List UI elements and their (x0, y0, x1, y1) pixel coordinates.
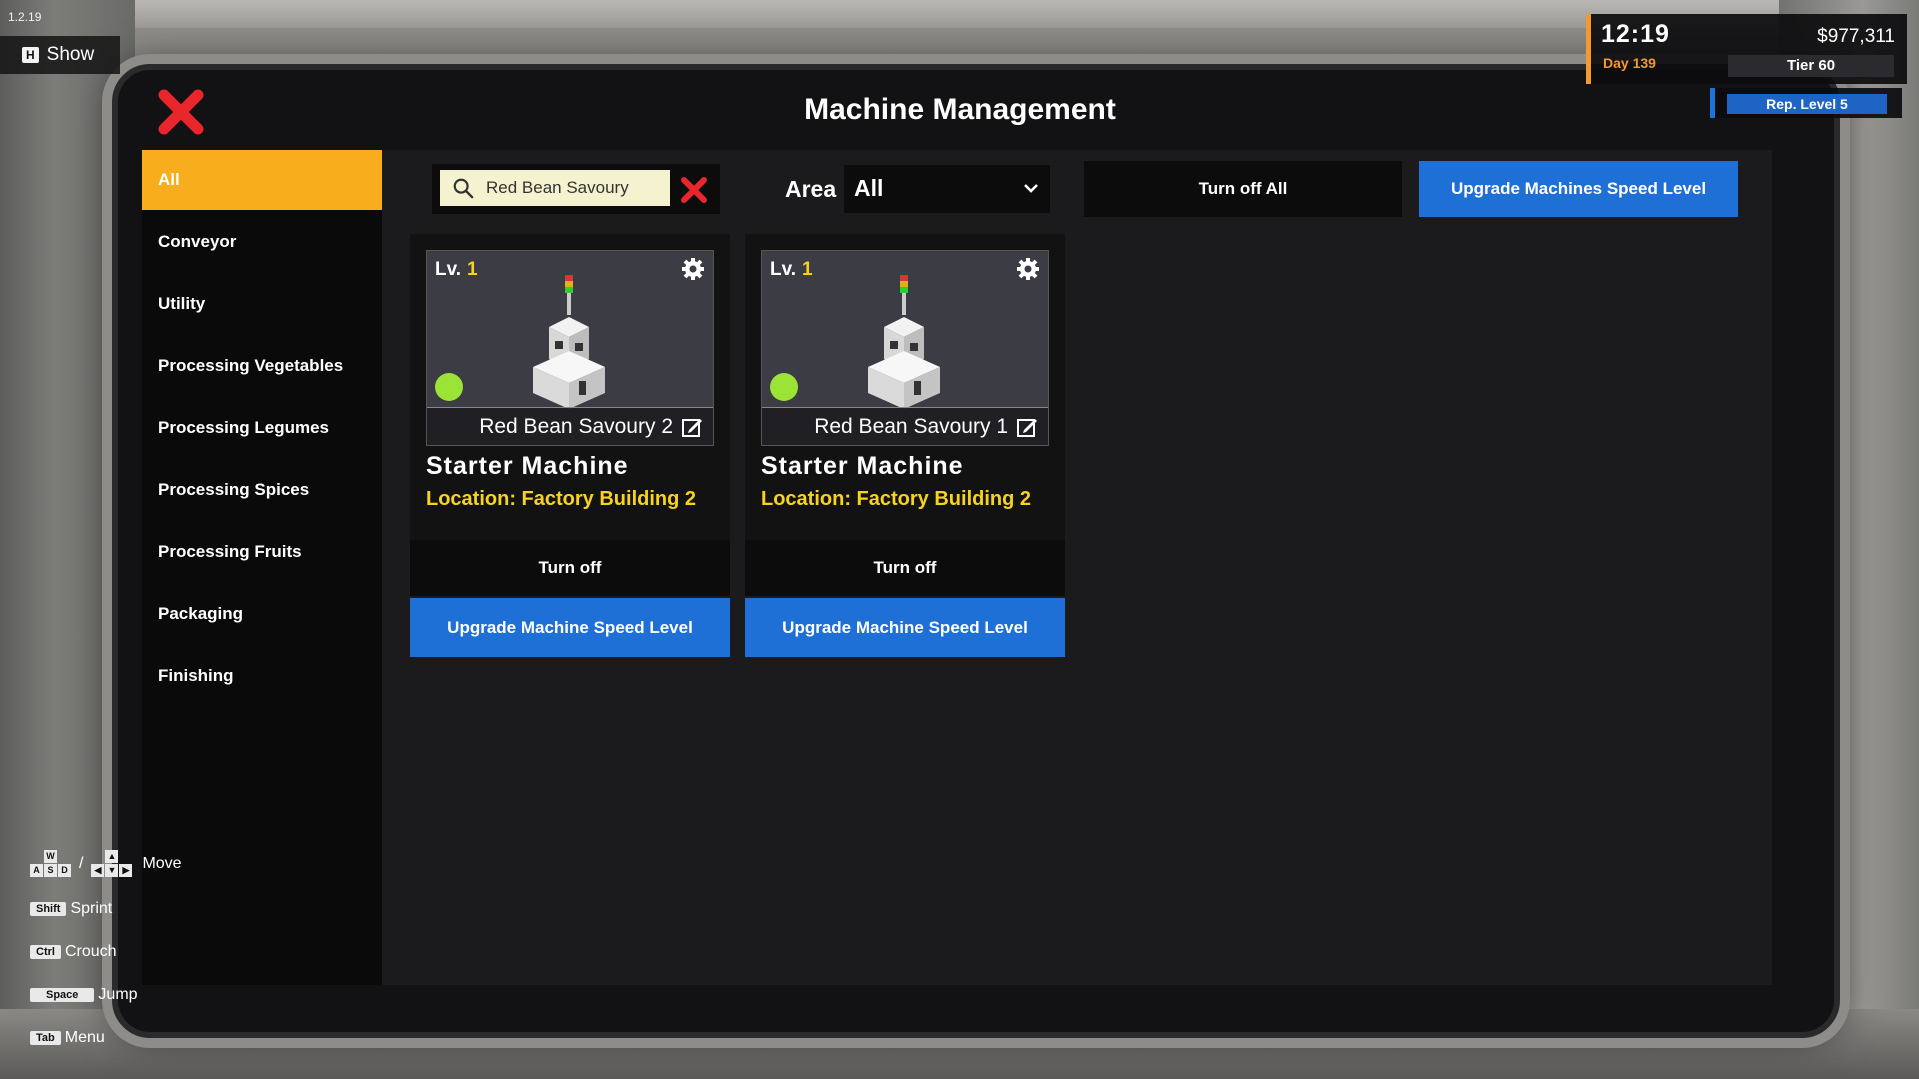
machine-thumbnail: Lv. 1 Red Bean Savoury 2 (426, 250, 714, 446)
area-label: Area (785, 176, 837, 202)
control-hint-crouch: Ctrl Crouch (30, 943, 117, 961)
machine-model-image (868, 275, 940, 409)
upgrade-speed-button[interactable]: Upgrade Machine Speed Level (410, 598, 730, 657)
gear-icon[interactable] (1016, 257, 1040, 281)
search-input[interactable]: Red Bean Savoury (440, 170, 670, 206)
status-indicator (435, 373, 463, 401)
status-indicator (770, 373, 798, 401)
clock: 12:19 (1601, 20, 1670, 48)
upgrade-all-speed-button[interactable]: Upgrade Machines Speed Level (1419, 161, 1738, 217)
control-hint-move: W ASD / ▲ ◀ ▼ ▶ Move (30, 850, 182, 877)
machine-name-bar: Red Bean Savoury 2 (427, 407, 713, 445)
category-processing-legumes[interactable]: Processing Legumes (142, 398, 382, 458)
machine-thumbnail: Lv. 1 Red Bean Savoury 1 (761, 250, 1049, 446)
window-title: Machine Management (804, 93, 1116, 126)
machine-model-image (533, 275, 605, 409)
machine-level: Lv. 1 (435, 259, 478, 280)
machine-type: Starter Machine (761, 452, 964, 480)
money: $977,311 (1817, 26, 1895, 47)
turn-off-button[interactable]: Turn off (745, 540, 1065, 596)
area-value: All (854, 175, 884, 201)
category-finishing[interactable]: Finishing (142, 646, 382, 706)
control-hint-menu: Tab Menu (30, 1029, 105, 1047)
upgrade-speed-button[interactable]: Upgrade Machine Speed Level (745, 598, 1065, 657)
machine-level: Lv. 1 (770, 259, 813, 280)
category-utility[interactable]: Utility (142, 274, 382, 334)
show-hud-toggle[interactable]: H Show (0, 36, 120, 74)
machine-card: Lv. 1 Red Bean Savoury 2 Starter Machine… (410, 234, 730, 540)
category-processing-spices[interactable]: Processing Spices (142, 460, 382, 520)
hud-panel: 12:19 Day 139 $977,311 Tier 60 (1586, 14, 1907, 84)
day-counter: Day 139 (1603, 55, 1656, 71)
move-label: Move (142, 854, 182, 872)
machine-card: Lv. 1 Red Bean Savoury 1 Starter Machine… (745, 234, 1065, 540)
category-processing-vegetables[interactable]: Processing Vegetables (142, 336, 382, 396)
wasd-keys-icon: W ASD (30, 850, 71, 877)
machine-location: Location: Factory Building 2 (761, 488, 1032, 510)
search-value: Red Bean Savoury (486, 178, 629, 197)
chevron-down-icon (1024, 184, 1038, 193)
machine-type: Starter Machine (426, 452, 629, 480)
edit-name-icon[interactable] (681, 416, 703, 438)
turn-off-all-button[interactable]: Turn off All (1084, 161, 1402, 217)
version-label: 1.2.19 (8, 10, 42, 24)
reputation-level: Rep. Level 5 (1727, 94, 1887, 114)
close-window-icon[interactable] (158, 89, 204, 135)
machine-name-bar: Red Bean Savoury 1 (762, 407, 1048, 445)
category-processing-fruits[interactable]: Processing Fruits (142, 522, 382, 582)
reputation-panel: Rep. Level 5 (1710, 88, 1902, 118)
area-dropdown[interactable]: All (844, 165, 1050, 213)
machine-name: Red Bean Savoury 1 (814, 414, 1008, 438)
move-separator: / (79, 854, 84, 872)
arrow-keys-icon: ▲ ◀ ▼ ▶ (91, 850, 133, 877)
show-key: H (22, 47, 39, 63)
tier-badge: Tier 60 (1728, 55, 1894, 77)
gear-icon[interactable] (681, 257, 705, 281)
control-hint-sprint: Shift Sprint (30, 900, 112, 918)
clear-search-icon[interactable] (680, 176, 708, 204)
category-conveyor[interactable]: Conveyor (142, 212, 382, 272)
category-all[interactable]: All (142, 150, 382, 210)
machine-location: Location: Factory Building 2 (426, 488, 697, 510)
show-label: Show (46, 44, 95, 65)
machine-name: Red Bean Savoury 2 (479, 414, 673, 438)
search-icon (453, 178, 474, 199)
search-bar: Red Bean Savoury (432, 164, 720, 214)
edit-name-icon[interactable] (1016, 416, 1038, 438)
category-packaging[interactable]: Packaging (142, 584, 382, 644)
control-hint-jump: Space Jump (30, 986, 138, 1004)
turn-off-button[interactable]: Turn off (410, 540, 730, 596)
